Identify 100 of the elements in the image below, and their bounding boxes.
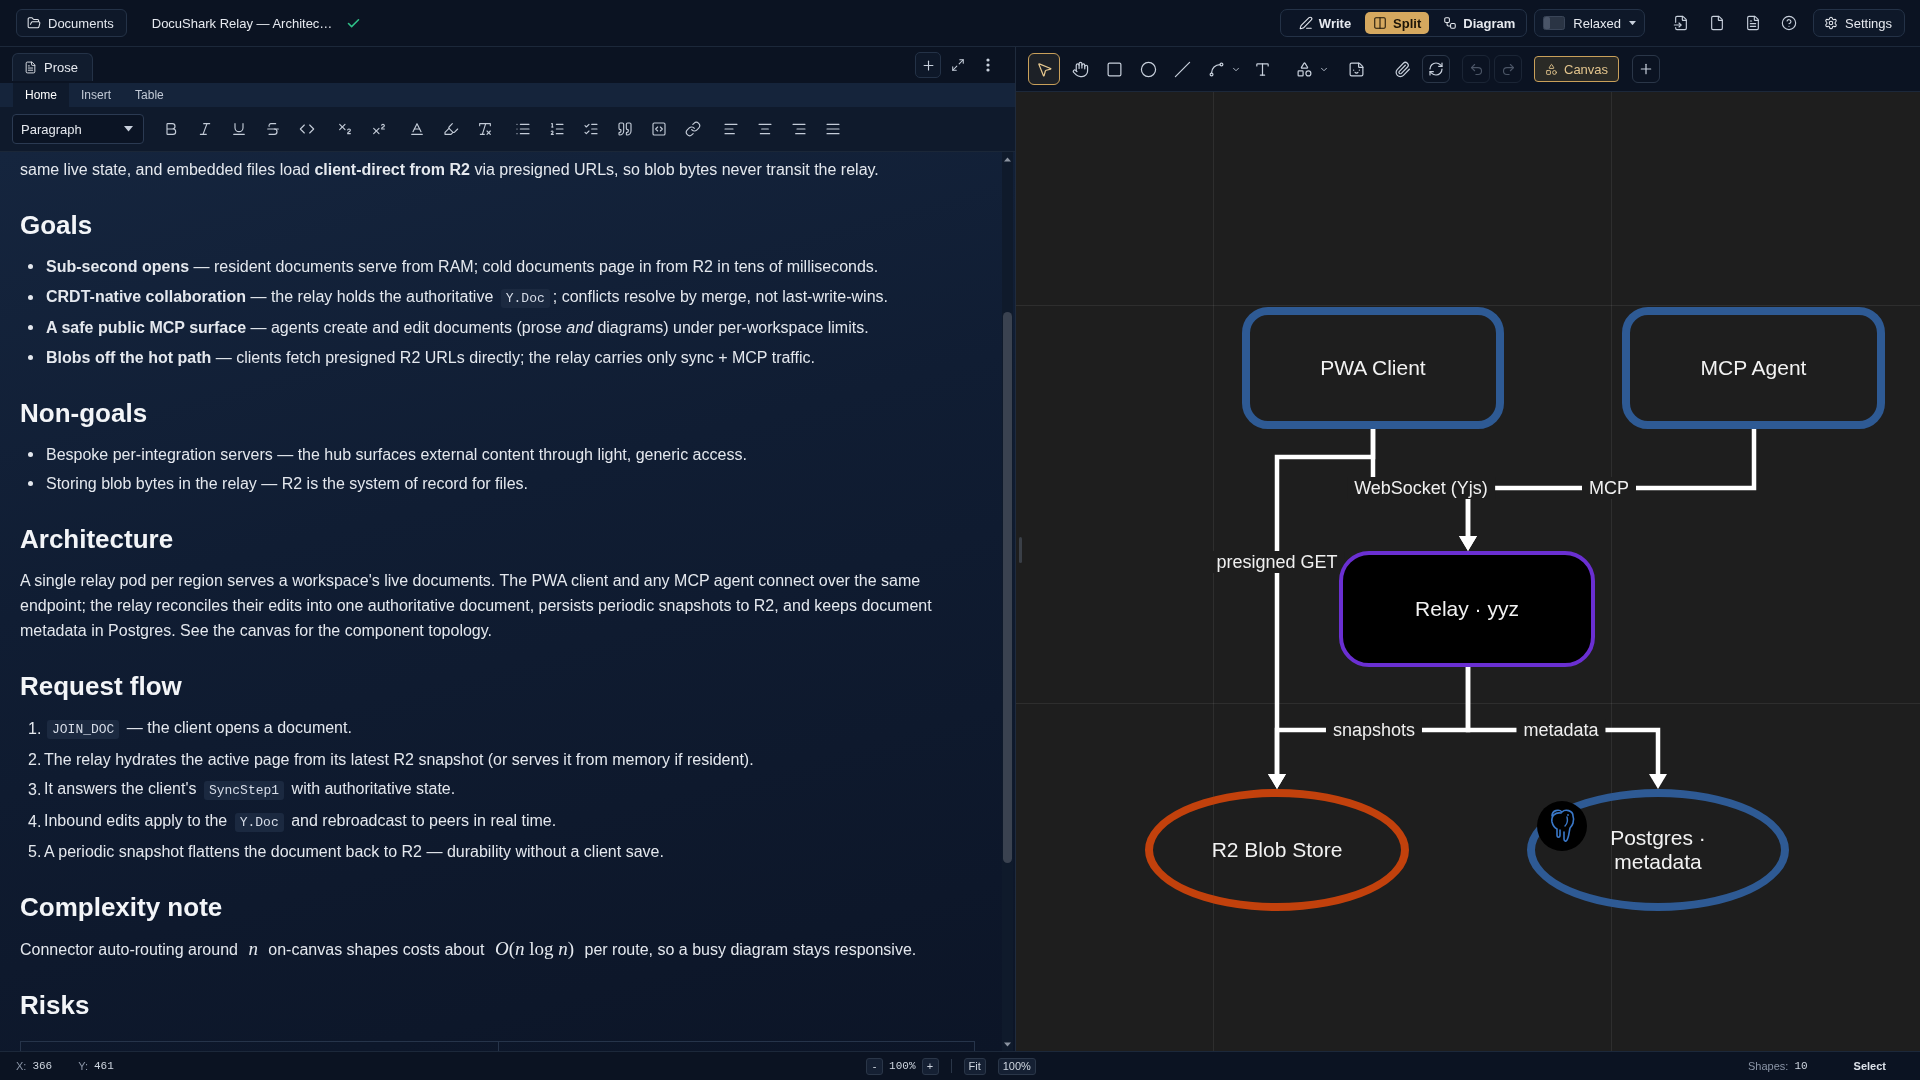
workflow-icon <box>1443 16 1458 30</box>
list-item: Sub-second opens — resident documents serve from RAM; cold documents page in from R2 in tens of milliseconds. <box>46 257 879 277</box>
scroll-down-icon <box>1004 1042 1011 1047</box>
align-right-icon <box>791 121 807 137</box>
expand-icon <box>951 58 965 72</box>
zoom-out-button[interactable]: - <box>866 1057 884 1075</box>
ellipse-node[interactable]: R2 Blob Store <box>1145 789 1409 911</box>
scrollbar-thumb[interactable] <box>1003 312 1012 863</box>
numbered-list-icon <box>549 121 565 137</box>
list-item: Blobs off the hot path — clients fetch presigned R2 URLs directly; the relay carries only sync + MCP traffic. <box>46 347 815 368</box>
caret-icon <box>124 126 133 132</box>
code-block-icon <box>651 121 667 137</box>
document-title: DocuShark Relay — Architec… <box>151 15 333 31</box>
ellipse-node[interactable]: Postgres · metadata <box>1527 789 1789 911</box>
rounded-node[interactable]: Relay · yyz <box>1339 551 1595 667</box>
documents-button[interactable]: Documents <box>16 9 127 37</box>
bullet-icon <box>28 481 33 486</box>
curve-icon <box>1207 60 1225 78</box>
canvas-button[interactable]: Canvas <box>1534 56 1620 82</box>
paragraph: same live state, and embedded files load client-direct from R2 via presigned URLs, so blob bytes never transit the relay. <box>20 160 880 180</box>
add-button[interactable] <box>1632 55 1661 83</box>
view-mode-tab[interactable]: Diagram <box>1435 12 1524 34</box>
square-icon <box>1105 60 1123 78</box>
y-label: Y: <box>78 1060 88 1072</box>
link-icon <box>685 121 701 137</box>
undo-icon <box>1468 61 1484 77</box>
node-label: R2 Blob Store <box>1211 838 1343 862</box>
layout-icon <box>1543 16 1566 30</box>
sync-button[interactable] <box>1422 55 1450 83</box>
italic-icon <box>197 121 213 137</box>
settings-icon <box>1824 16 1838 30</box>
highlighter-icon <box>443 121 459 137</box>
y-value: 461 <box>94 1060 114 1072</box>
mode-label: Select <box>1853 1060 1886 1072</box>
list-item: CRDT-native collaboration — the relay holds the authoritative Y.Doc ; conflicts resolve by merge, not last-write-wins. <box>46 286 888 310</box>
zoom-preset-button[interactable]: 100% <box>997 1057 1036 1075</box>
list-item: A safe public MCP surface — agents create and edit documents (prose and diagrams) under per-workspace limits. <box>46 318 869 338</box>
code-icon <box>299 121 315 137</box>
view-mode-tab[interactable]: Write <box>1290 12 1360 34</box>
rounded-node[interactable]: MCP Agent <box>1622 307 1885 429</box>
section-heading: Complexity note <box>20 891 224 923</box>
paragraph: Connector auto-routing around n on-canvas shapes costs about O(n log n) per route, so a busy diagram stays responsive. <box>20 937 918 961</box>
scroll-up-icon <box>1004 157 1011 162</box>
ribbon-tab[interactable]: Table <box>123 83 176 107</box>
ribbon-tab[interactable]: Insert <box>69 83 124 107</box>
document-icon <box>24 61 37 74</box>
connector-label: MCP <box>1582 477 1636 499</box>
justify-icon <box>825 121 841 137</box>
block-style-dropdown[interactable]: Paragraph <box>12 114 144 144</box>
density-dropdown[interactable]: Relaxed <box>1534 9 1645 37</box>
file-arrow-icon <box>1673 15 1689 31</box>
text-color-icon <box>409 121 425 137</box>
bullet-icon <box>28 294 33 300</box>
list-item: Storing blob bytes in the relay — R2 is the system of record for files. <box>46 474 528 494</box>
bullet-list-icon <box>515 121 531 137</box>
x-label: X: <box>16 1060 27 1072</box>
resize-handle[interactable] <box>1019 537 1022 563</box>
zoom-in-button[interactable]: + <box>921 1057 939 1075</box>
clear-format-icon <box>477 121 493 137</box>
paragraph: A single relay pod per region serves a workspace's live documents. The PWA client and any MCP agent connect over the same endpoint; the relay reconciles their edits into one authoritative document, persists periodic snapshots to R2, and keeps document metadata in Postgres. See the canvas for the component topology. <box>20 571 933 641</box>
shapes-label: Shapes: <box>1748 1060 1789 1072</box>
list-item: A periodic snapshot flattens the document back to R2 — durability without a client save. <box>44 842 664 862</box>
node-label: Postgres · metadata <box>1609 826 1707 874</box>
shapes-count: 10 <box>1794 1060 1808 1072</box>
circle-icon <box>1139 60 1157 78</box>
plus-icon <box>920 57 936 73</box>
folder-icon <box>27 16 41 30</box>
help-icon <box>1781 15 1797 31</box>
zoom-level: 100% <box>889 1060 916 1072</box>
section-heading: Request flow <box>20 670 183 702</box>
node-label: Relay · yyz <box>1415 597 1519 621</box>
scrollbar[interactable] <box>1002 152 1013 1051</box>
pointer-icon <box>1035 60 1053 78</box>
ribbon-tab[interactable]: Home <box>13 83 69 107</box>
select-tool[interactable] <box>1028 53 1060 85</box>
more-icon <box>986 58 990 72</box>
settings-button[interactable]: Settings <box>1813 9 1905 37</box>
columns-icon <box>1373 16 1388 30</box>
text-icon <box>1253 60 1271 78</box>
shapes-icon <box>1295 60 1313 78</box>
editor-tab[interactable]: Prose <box>12 53 93 81</box>
strikethrough-icon <box>265 121 281 137</box>
pen-icon <box>1298 16 1313 30</box>
subscript-icon <box>337 121 353 137</box>
sticker-icon <box>1347 60 1365 78</box>
hand-icon <box>1071 60 1089 78</box>
list-item: Bespoke per-integration servers — the hub surfaces external content through light, generic access. <box>46 444 747 465</box>
caret-icon <box>1629 20 1636 26</box>
section-heading: Goals <box>20 209 94 241</box>
paperclip-icon <box>1393 60 1411 78</box>
add-button[interactable] <box>915 52 941 78</box>
diagram-canvas[interactable]: WebSocket (Yjs) MCP presigned GET snapshots metadata PWA Client MCP Agent Relay · yyz R2 Blob Store Postgres · metadata <box>1016 92 1920 1051</box>
bullet-icon <box>28 264 33 269</box>
rounded-node[interactable]: PWA Client <box>1242 307 1504 429</box>
fit-button[interactable]: Fit <box>963 1057 986 1075</box>
underline-icon <box>231 121 247 137</box>
view-mode-tab[interactable]: Split <box>1365 12 1430 34</box>
list-item: Inbound edits apply to the Y.Doc and rebroadcast to peers in real time. <box>44 810 557 834</box>
align-left-icon <box>723 121 739 137</box>
file-text-icon <box>1745 15 1761 31</box>
